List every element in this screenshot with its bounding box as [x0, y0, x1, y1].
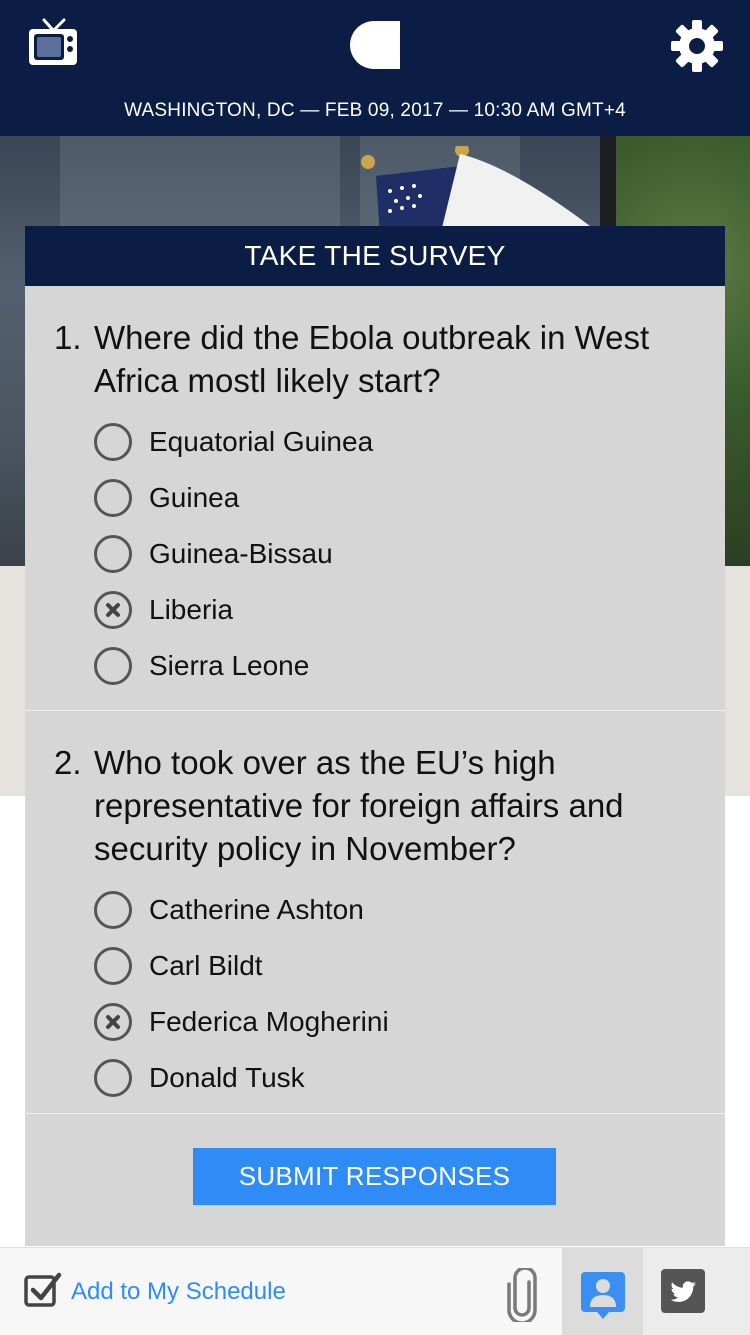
option-sierra-leone[interactable]: Sierra Leone	[94, 638, 725, 694]
answer-options: Equatorial Guinea Guinea Guinea-Bissau L…	[25, 414, 725, 694]
option-catherine-ashton[interactable]: Catherine Ashton	[94, 882, 725, 938]
question-text: Who took over as the EU’s high represent…	[94, 744, 624, 867]
option-label: Guinea	[149, 482, 240, 513]
radio-unselected-icon[interactable]	[94, 1059, 132, 1097]
flag-image	[361, 146, 590, 236]
radio-selected-icon[interactable]	[94, 591, 132, 629]
option-equatorial-guinea[interactable]: Equatorial Guinea	[94, 414, 725, 470]
option-donald-tusk[interactable]: Donald Tusk	[94, 1050, 725, 1106]
paperclip-icon[interactable]	[503, 1268, 543, 1322]
submit-responses-button[interactable]: SUBMIT RESPONSES	[193, 1148, 556, 1205]
option-carl-bildt[interactable]: Carl Bildt	[94, 938, 725, 994]
radio-unselected-icon[interactable]	[94, 479, 132, 517]
option-label: Guinea-Bissau	[149, 538, 333, 569]
option-label: Equatorial Guinea	[149, 426, 374, 457]
survey-card: TAKE THE SURVEY 1. Where did the Ebola o…	[25, 226, 725, 1246]
twitter-tab[interactable]	[643, 1248, 750, 1335]
answer-options: Catherine Ashton Carl Bildt Federica Mog…	[25, 882, 725, 1106]
person-icon[interactable]	[579, 1270, 627, 1320]
radio-unselected-icon[interactable]	[94, 647, 132, 685]
speaker-tab[interactable]	[562, 1248, 643, 1335]
tv-icon[interactable]	[27, 18, 79, 68]
twitter-icon[interactable]	[661, 1269, 705, 1313]
dateline: WASHINGTON, DC — FEB 09, 2017 — 10:30 AM…	[124, 100, 626, 121]
question-text: Where did the Ebola outbreak in West Afr…	[94, 319, 650, 399]
option-liberia[interactable]: Liberia	[94, 582, 725, 638]
logo-icon[interactable]	[348, 20, 400, 70]
survey-title: TAKE THE SURVEY	[25, 226, 725, 286]
bottom-action-bar: Add to My Schedule	[0, 1247, 750, 1335]
radio-unselected-icon[interactable]	[94, 535, 132, 573]
option-label: Liberia	[149, 594, 234, 625]
option-label: Federica Mogherini	[149, 1006, 389, 1037]
question-1: 1. Where did the Ebola outbreak in West …	[25, 286, 725, 711]
checkbox-icon[interactable]	[24, 1271, 62, 1309]
option-label: Carl Bildt	[149, 950, 263, 981]
option-guinea[interactable]: Guinea	[94, 470, 725, 526]
question-2: 2. Who took over as the EU’s high repres…	[25, 711, 725, 1114]
radio-unselected-icon[interactable]	[94, 891, 132, 929]
option-guinea-bissau[interactable]: Guinea-Bissau	[94, 526, 725, 582]
option-federica-mogherini[interactable]: Federica Mogherini	[94, 994, 725, 1050]
submit-area: SUBMIT RESPONSES	[25, 1114, 725, 1247]
radio-unselected-icon[interactable]	[94, 947, 132, 985]
radio-selected-icon[interactable]	[94, 1003, 132, 1041]
add-to-schedule-link[interactable]: Add to My Schedule	[71, 1278, 286, 1306]
app-header: WASHINGTON, DC — FEB 09, 2017 — 10:30 AM…	[0, 0, 750, 136]
option-label: Catherine Ashton	[149, 894, 364, 925]
gear-icon[interactable]	[670, 19, 724, 73]
option-label: Donald Tusk	[149, 1062, 305, 1093]
option-label: Sierra Leone	[149, 650, 310, 681]
radio-unselected-icon[interactable]	[94, 423, 132, 461]
